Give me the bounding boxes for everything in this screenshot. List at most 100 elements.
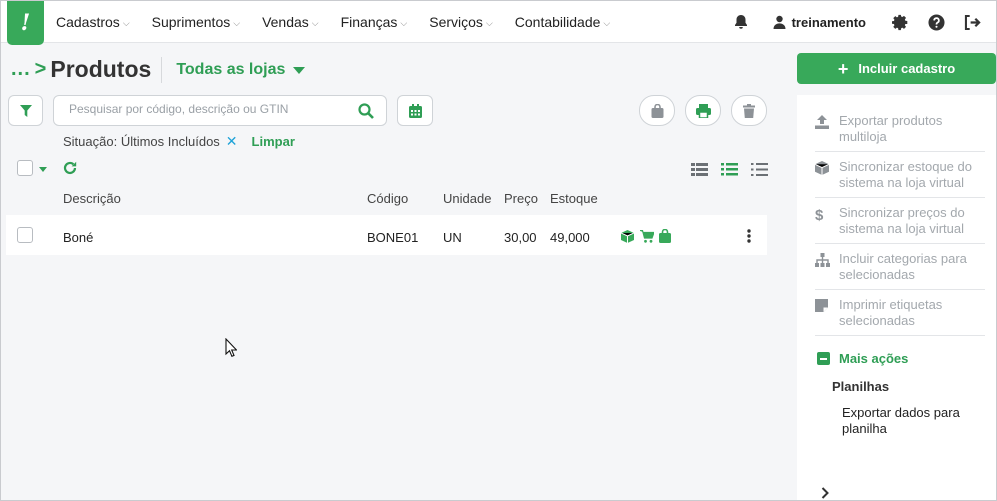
select-all-checkbox[interactable] [17,160,33,176]
user-menu[interactable]: treinamento [773,15,866,30]
cube-icon [814,161,830,175]
clear-filters-link[interactable]: Limpar [252,134,295,149]
store-selector-label: Todas as lojas [176,60,286,78]
bag-icon [659,229,671,243]
title-divider [161,56,163,83]
menu-label: Cadastros [56,14,120,30]
column-header-unidade[interactable]: Unidade [443,191,491,206]
column-header-preco[interactable]: Preço [504,191,538,206]
filter-button[interactable] [8,95,43,126]
collapse-icon [817,352,830,365]
mouse-cursor-icon [225,338,237,358]
printer-icon [695,103,711,118]
cell-unidade: UN [443,230,462,245]
breadcrumb-arrow-icon: > [34,58,47,80]
export-sheet-link[interactable]: Exportar dados para planilha [842,405,982,437]
menu-financas[interactable]: Finanças ⌵ [341,14,408,30]
dollar-icon: $ [815,207,824,224]
list-compact-view-icon[interactable] [691,163,708,176]
gear-icon[interactable] [882,1,918,43]
column-header-codigo[interactable]: Código [367,191,408,206]
refresh-icon[interactable] [63,161,77,175]
app-window: ! Cadastros ⌵ Suprimentos ⌵ Vendas ⌵ Finanç… [0,0,997,501]
store-selector[interactable]: Todas as lojas [176,60,306,79]
column-header-estoque[interactable]: Estoque [550,191,598,206]
calendar-button[interactable] [397,95,433,126]
divider [815,243,985,244]
menu-label: Finanças [340,14,398,30]
print-button[interactable] [685,95,721,126]
divider [815,289,985,290]
menu-suprimentos[interactable]: Suprimentos ⌵ [152,14,240,30]
user-name: treinamento [791,14,866,30]
chevron-down-icon: ⌵ [400,17,408,28]
page-title: Produtos [50,56,152,82]
action-label: Imprimir etiquetas selecionadas [839,297,943,328]
breadcrumb[interactable]: ... [11,58,31,81]
calendar-icon [408,103,422,118]
shopping-bag-icon [651,103,663,118]
chevron-down-icon: ⌵ [485,17,493,28]
menu-label: Contabilidade [514,14,601,30]
menu-label: Vendas [262,14,309,30]
more-actions-label: Mais ações [839,351,909,366]
trash-icon [743,103,755,118]
cell-preco: 30,00 [504,230,537,245]
page-header: ... > Produtos Todas as lojas [11,56,306,83]
list-detailed-view-icon[interactable] [751,163,768,176]
action-label: Exportar produtos multiloja [839,113,943,144]
action-sync-stock[interactable]: Sincronizar estoque do sistema na loja v… [814,159,985,191]
main-menu: Cadastros ⌵ Suprimentos ⌵ Vendas ⌵ Finanças… [56,1,632,43]
list-view-icon[interactable] [721,163,738,176]
cell-codigo: BONE01 [367,230,419,245]
logout-icon[interactable] [954,1,990,43]
menu-servicos[interactable]: Serviços ⌵ [429,14,493,30]
app-logo[interactable]: ! [7,1,44,45]
action-label: Sincronizar preços do sistema na loja vi… [839,205,965,236]
note-icon [815,299,828,312]
divider [815,335,985,336]
upload-icon [815,115,829,129]
column-header-descricao[interactable]: Descrição [63,191,121,206]
help-icon[interactable] [918,1,954,43]
divider [815,151,985,152]
action-sync-prices[interactable]: $ Sincronizar preços do sistema na loja … [815,205,985,237]
header-actions: treinamento [723,1,996,43]
menu-cadastros[interactable]: Cadastros ⌵ [56,14,130,30]
bag-button[interactable] [639,95,675,126]
add-record-button[interactable]: + Incluir cadastro [797,53,996,84]
filter-icon [19,104,32,117]
filter-label: Situação: Últimos Incluídos [63,134,220,149]
top-navbar: ! Cadastros ⌵ Suprimentos ⌵ Vendas ⌵ Finanç… [1,1,996,45]
active-filter: Situação: Últimos Incluídos ✕ Limpar [63,133,295,150]
remove-filter-icon[interactable]: ✕ [226,133,238,150]
chevron-down-icon: ⌵ [603,17,611,28]
row-checkbox[interactable] [17,227,33,243]
logo-glyph: ! [20,10,31,36]
search-icon[interactable] [358,103,374,119]
cell-descricao: Boné [63,230,94,245]
menu-contabilidade[interactable]: Contabilidade ⌵ [515,14,610,30]
select-options-caret-icon[interactable] [39,167,47,172]
caret-down-icon [293,66,306,74]
box-icon [621,230,634,243]
action-print-labels[interactable]: Imprimir etiquetas selecionadas [815,297,985,329]
chevron-right-icon[interactable] [821,487,829,499]
action-add-categories[interactable]: Incluir categorias para selecionadas [815,251,985,283]
plus-icon: + [837,58,849,79]
sheets-section-title: Planilhas [832,379,890,394]
add-record-label: Incluir cadastro [858,61,956,76]
cart-icon [640,230,654,243]
search-input[interactable] [69,102,349,116]
menu-vendas[interactable]: Vendas ⌵ [262,14,319,30]
action-export-multistore[interactable]: Exportar produtos multiloja [815,113,985,145]
search-box [53,95,387,126]
delete-button[interactable] [731,95,767,126]
bell-icon[interactable] [723,1,759,43]
sitemap-icon [815,253,830,267]
menu-label: Suprimentos [151,14,231,30]
divider [815,197,985,198]
chevron-down-icon: ⌵ [122,17,130,28]
row-menu-kebab-icon[interactable] [747,229,751,243]
more-actions-toggle[interactable]: Mais ações [817,351,908,366]
